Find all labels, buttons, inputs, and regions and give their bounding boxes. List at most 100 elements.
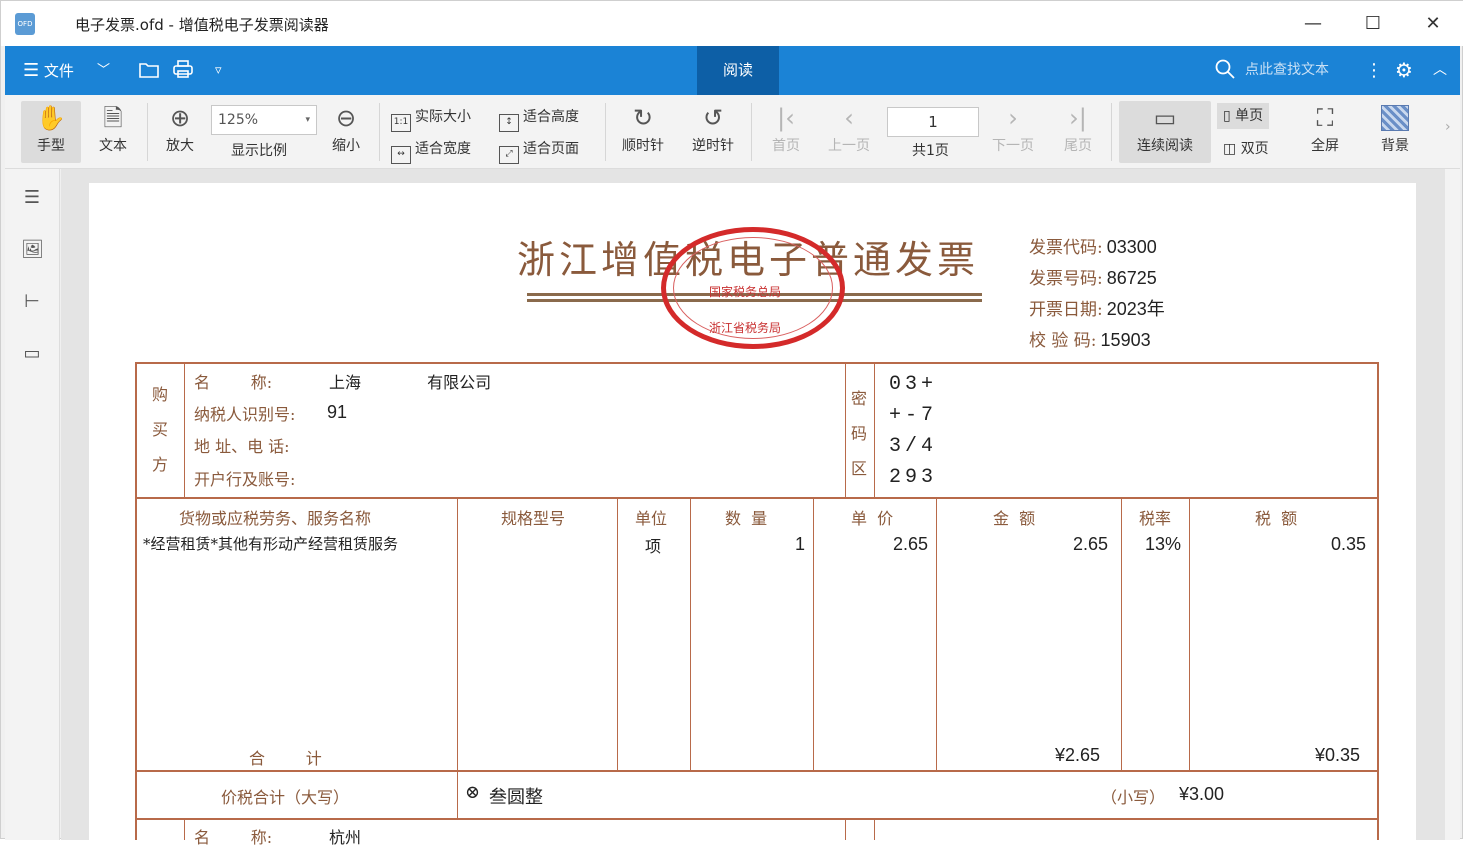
hand-icon: ✋ xyxy=(36,104,66,132)
single-page-button[interactable]: ▯ 单页 xyxy=(1217,103,1270,129)
buyer-tax-id-label: 纳税人识别号: xyxy=(194,405,296,424)
quick-access-dropdown-icon[interactable]: ▿ xyxy=(215,46,222,95)
total-pages: 共1页 xyxy=(912,143,949,159)
table-line xyxy=(184,362,185,497)
fit-height-label: 适合高度 xyxy=(523,109,579,125)
fit-page-label: 适合页面 xyxy=(523,141,579,157)
seller-name-label: 名 称: xyxy=(194,828,273,847)
table-line xyxy=(135,497,1379,499)
continuous-reading-label: 连续阅读 xyxy=(1137,138,1193,154)
print-icon[interactable] xyxy=(173,46,193,95)
table-line xyxy=(874,362,875,497)
cipher-side-label: 区 xyxy=(850,459,867,478)
item-tax-rate: 13% xyxy=(1145,534,1182,554)
file-menu[interactable]: ☰ 文件 xyxy=(23,46,74,95)
first-page-icon: |‹ xyxy=(777,104,795,132)
first-page-button[interactable]: |‹ 首页 xyxy=(761,101,811,163)
header-tax-amount: 税 额 xyxy=(1255,509,1298,528)
structure-tree-icon[interactable]: ⊢ xyxy=(21,291,43,313)
table-border xyxy=(135,362,137,840)
search-icon[interactable] xyxy=(1215,46,1235,95)
toolbar: ✋ 手型 🗎 文本 ⊕ 放大 125% ▾ 显示比例 ⊖ 缩小 1:1 实际大小 … xyxy=(5,95,1460,169)
fit-height-button[interactable]: ↕ 适合高度 xyxy=(499,104,579,132)
buyer-side-label: 方 xyxy=(151,455,168,474)
header-spec: 规格型号 xyxy=(501,509,566,528)
rotate-counterclockwise-label: 逆时针 xyxy=(692,138,734,154)
fit-page-button[interactable]: ⤢ 适合页面 xyxy=(499,136,579,164)
hand-tool-button[interactable]: ✋ 手型 xyxy=(21,101,81,163)
cipher-line: 03+ xyxy=(889,373,938,396)
background-pattern-icon xyxy=(1363,101,1427,135)
double-page-button[interactable]: ◫ 双页 xyxy=(1217,136,1275,162)
vertical-scrollbar[interactable] xyxy=(1445,169,1460,840)
buyer-name-label: 名 称: xyxy=(194,373,273,392)
outline-list-icon[interactable]: ☰ xyxy=(21,187,43,209)
app-window: OFD 电子发票.ofd - 增值税电子发票阅读器 — ☐ ✕ ☰ 文件 ﹀ ▿… xyxy=(0,0,1463,847)
maximize-button[interactable]: ☐ xyxy=(1353,9,1393,39)
minimize-button[interactable]: — xyxy=(1293,9,1333,39)
zoom-dropdown-icon: ▾ xyxy=(305,115,310,125)
invoice-number-label: 发票号码: xyxy=(1029,269,1103,289)
background-label: 背景 xyxy=(1381,138,1409,154)
background-button[interactable]: 背景 xyxy=(1363,101,1427,163)
zoom-in-label: 放大 xyxy=(166,138,194,154)
invoice-number: 发票号码: 86725 xyxy=(1029,264,1157,289)
zoom-label: 显示比例 xyxy=(231,143,287,159)
next-page-label: 下一页 xyxy=(992,138,1034,154)
buyer-side-label: 购 xyxy=(151,385,168,404)
menu-bar: ☰ 文件 ﹀ ▿ 阅读 点此查找文本 ⋮ ⚙ ︿ xyxy=(5,46,1460,95)
actual-size-button[interactable]: 1:1 实际大小 xyxy=(391,104,471,132)
fit-width-button[interactable]: ↔ 适合宽度 xyxy=(391,136,471,164)
open-folder-icon[interactable] xyxy=(139,46,159,95)
tab-read[interactable]: 阅读 xyxy=(697,46,779,95)
zoom-out-button[interactable]: ⊖ 缩小 xyxy=(321,101,371,163)
continuous-reading-button[interactable]: ▭ 连续阅读 xyxy=(1119,101,1211,163)
collapse-ribbon-chevron-icon[interactable]: ︿ xyxy=(1433,46,1447,95)
invoice-page: 浙江增值税电子普通发票 国家税务总局 浙江省税务局 发票代码: 03300 发票号… xyxy=(89,183,1416,847)
stamp-text-bottom: 浙江省税务局 xyxy=(709,321,782,335)
previous-page-button[interactable]: ‹ 上一页 xyxy=(821,101,877,163)
next-page-button[interactable]: › 下一页 xyxy=(985,101,1041,163)
toolbar-divider xyxy=(1111,103,1112,161)
grand-total-label: 价税合计（大写） xyxy=(221,788,350,807)
item-amount: 2.65 xyxy=(1073,534,1109,554)
buyer-tax-id-value: 91 xyxy=(327,402,348,422)
chevron-left-icon: ‹ xyxy=(844,104,854,132)
table-line xyxy=(1189,497,1190,771)
title-bar: OFD 电子发票.ofd - 增值税电子发票阅读器 — ☐ ✕ xyxy=(1,1,1463,46)
rotate-counterclockwise-button[interactable]: ↺ 逆时针 xyxy=(683,101,743,163)
page-number-input[interactable]: 1 xyxy=(887,107,979,137)
table-line xyxy=(617,497,618,771)
last-page-button[interactable]: ›| 尾页 xyxy=(1053,101,1103,163)
text-tool-button[interactable]: 🗎 文本 xyxy=(85,101,141,163)
fullscreen-label: 全屏 xyxy=(1311,138,1339,154)
more-options-icon[interactable]: ⋮ xyxy=(1365,46,1383,95)
text-tool-label: 文本 xyxy=(99,138,127,154)
close-button[interactable]: ✕ xyxy=(1413,9,1453,39)
header-unit-price: 单 价 xyxy=(851,509,894,528)
actual-size-label: 实际大小 xyxy=(415,109,471,125)
fit-width-label: 适合宽度 xyxy=(415,141,471,157)
file-dropdown-chevron-icon[interactable]: ﹀ xyxy=(97,46,110,95)
zoom-select[interactable]: 125% ▾ xyxy=(211,105,317,135)
table-line xyxy=(845,818,846,840)
table-line xyxy=(135,818,1379,820)
gear-icon[interactable]: ⚙ xyxy=(1395,46,1413,95)
thumbnail-image-icon[interactable]: 🖼 xyxy=(21,239,44,261)
cipher-line: 293 xyxy=(889,466,938,489)
rotate-counterclockwise-icon: ↺ xyxy=(702,104,724,132)
annotation-icon[interactable]: ▭ xyxy=(21,343,43,365)
table-line xyxy=(845,362,846,497)
chevron-right-icon: › xyxy=(1008,104,1018,132)
fullscreen-button[interactable]: ⛶ 全屏 xyxy=(1297,101,1353,163)
grand-total-lowercase: ¥3.00 xyxy=(1179,784,1225,804)
toolbar-expand-chevron-icon[interactable]: › xyxy=(1445,119,1451,135)
table-line xyxy=(457,770,458,818)
header-tax-rate: 税率 xyxy=(1139,509,1172,528)
rotate-clockwise-button[interactable]: ↻ 顺时针 xyxy=(613,101,673,163)
zoom-in-button[interactable]: ⊕ 放大 xyxy=(155,101,205,163)
fullscreen-icon: ⛶ xyxy=(1316,104,1334,132)
search-input[interactable]: 点此查找文本 xyxy=(1245,46,1329,95)
invoice-date-label: 开票日期: xyxy=(1029,300,1103,320)
invoice-code-label: 发票代码: xyxy=(1029,238,1103,258)
